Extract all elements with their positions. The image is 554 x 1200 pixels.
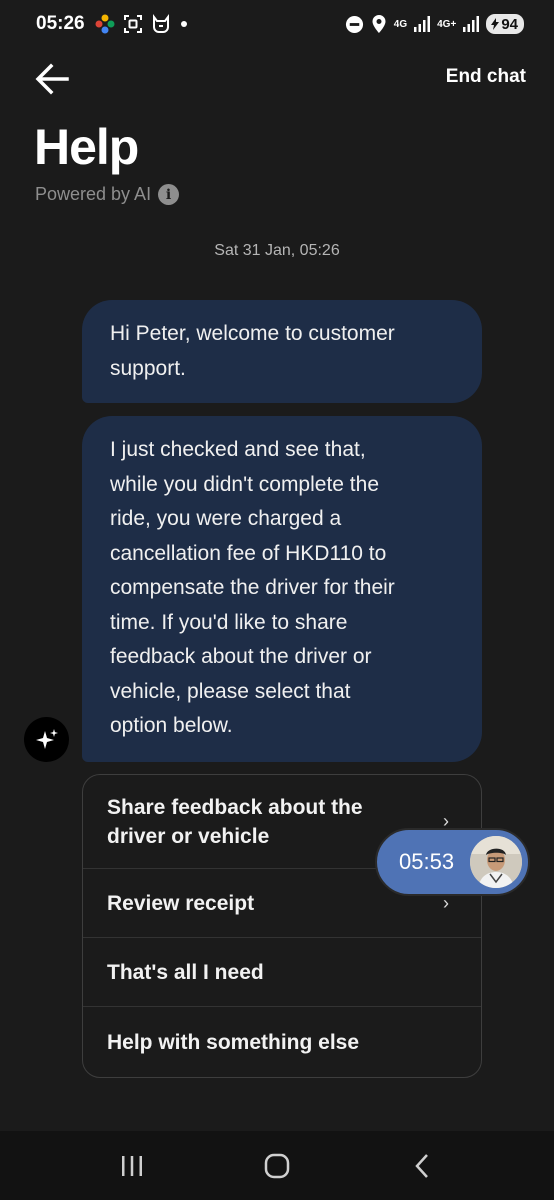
status-bar: 05:26 4G 4G+ 94 xyxy=(0,0,554,48)
message-line: while you didn't complete the xyxy=(110,472,380,496)
home-icon xyxy=(264,1153,290,1178)
page-title: Help xyxy=(34,119,139,175)
floating-call-timer[interactable]: 05:53 xyxy=(375,828,530,896)
message-line: vehicle, please select that xyxy=(110,679,351,703)
person-photo-icon xyxy=(470,836,522,888)
message-line: compensate the driver for their xyxy=(110,576,395,599)
bot-avatar xyxy=(24,717,69,762)
message-line: time. If you'd like to share xyxy=(110,610,348,634)
nav-home-button[interactable] xyxy=(247,1141,307,1191)
quick-reply-options: Share feedback about the driver or vehic… xyxy=(82,774,482,1078)
message-line: cancellation fee of HKD110 to xyxy=(110,541,387,565)
network-type-2: 4G+ xyxy=(437,18,457,30)
cat-app-icon xyxy=(151,14,171,34)
message-line: option below. xyxy=(110,714,233,737)
location-icon xyxy=(371,14,387,34)
nav-recents-button[interactable] xyxy=(102,1141,162,1191)
message-line: support. xyxy=(110,356,186,380)
option-thats-all[interactable]: That's all I need xyxy=(83,938,481,1007)
status-notification-icons xyxy=(95,14,189,34)
chat-message-bubble: I just checked and see that, while you d… xyxy=(82,416,482,762)
powered-by-ai: Powered by AI i xyxy=(35,184,180,205)
status-system-icons: 4G 4G+ 94 xyxy=(345,14,524,34)
end-chat-button[interactable]: End chat xyxy=(446,66,526,88)
battery-indicator: 94 xyxy=(486,14,524,34)
info-icon[interactable]: i xyxy=(158,184,180,205)
sparkle-icon xyxy=(35,728,58,749)
option-label: Review receipt xyxy=(107,891,255,915)
battery-saver-icon xyxy=(491,18,500,30)
message-line: feedback about the driver or xyxy=(110,645,372,668)
nav-back-button[interactable] xyxy=(392,1141,452,1191)
arrow-left-icon xyxy=(35,63,69,95)
message-line: Hi Peter, welcome to customer xyxy=(110,322,395,345)
message-line: I just checked and see that, xyxy=(110,438,366,461)
back-chevron-icon xyxy=(414,1153,428,1178)
option-label: That's all I need xyxy=(107,960,264,984)
signal-icon xyxy=(414,16,431,32)
call-duration: 05:53 xyxy=(399,849,455,874)
do-not-disturb-icon xyxy=(345,15,364,34)
powered-by-label: Powered by AI xyxy=(35,184,152,204)
signal-icon xyxy=(463,16,480,32)
message-line: ride, you were charged a xyxy=(110,507,342,530)
status-time: 05:26 xyxy=(36,13,85,34)
option-label: Help with something else xyxy=(107,1030,360,1054)
network-type-1: 4G xyxy=(393,18,408,30)
chat-message-bubble: Hi Peter, welcome to customer support. xyxy=(82,300,482,403)
recents-icon xyxy=(122,1155,143,1176)
dot-icon xyxy=(179,19,189,29)
option-label-line: driver or vehicle xyxy=(107,824,270,848)
chat-timestamp: Sat 31 Jan, 05:26 xyxy=(214,242,340,259)
caller-avatar xyxy=(470,836,522,888)
screenshot-icon xyxy=(123,14,143,34)
option-label-line: Share feedback about the xyxy=(107,795,363,819)
battery-level: 94 xyxy=(501,15,518,33)
colorful-app-icon xyxy=(95,14,115,34)
option-help-something-else[interactable]: Help with something else xyxy=(83,1007,481,1077)
system-nav-bar xyxy=(0,1131,554,1200)
back-button[interactable] xyxy=(34,62,70,96)
